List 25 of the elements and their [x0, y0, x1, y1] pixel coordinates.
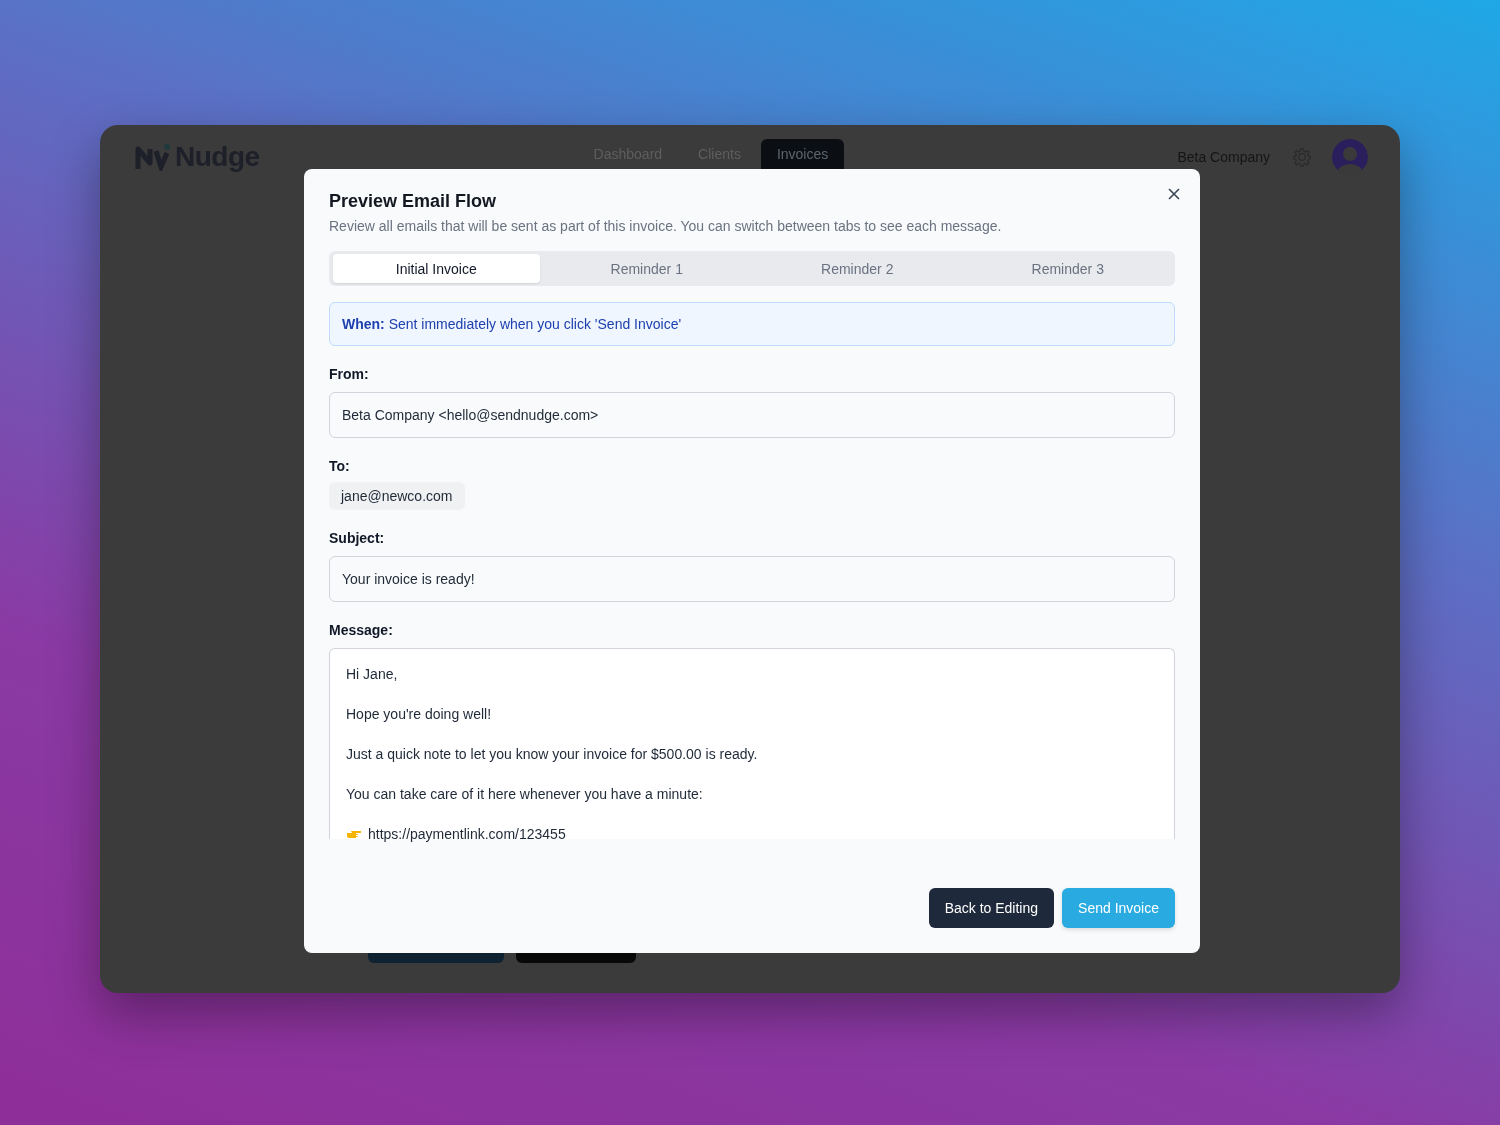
- message-line: Hope you're doing well!: [346, 705, 493, 723]
- tab[interactable]: Reminder 1: [543, 254, 750, 283]
- recipient-chip: jane@newco.com: [329, 482, 465, 510]
- message-line: You can take care of it here whenever you have a minute:: [346, 785, 704, 803]
- pointing-hand-icon: [346, 828, 362, 840]
- from-field[interactable]: Beta Company <hello@sendnudge.com>: [329, 392, 1175, 438]
- tab[interactable]: Reminder 3: [964, 254, 1171, 283]
- send-button[interactable]: Send Invoice: [1062, 888, 1175, 928]
- tab[interactable]: Initial Invoice: [333, 254, 540, 283]
- nav-tab[interactable]: Invoices: [760, 139, 845, 169]
- dialog-description: Review all emails that will be sent as part of this invoice. You can switch between tabs to see each message.: [329, 218, 1003, 234]
- logo-icon: [135, 143, 171, 171]
- message-line: Hi Jane,: [346, 665, 399, 683]
- subject-field[interactable]: Your invoice is ready!: [329, 556, 1175, 602]
- tab[interactable]: Reminder 2: [754, 254, 961, 283]
- timing-notice: When: Sent immediately when you click 'Send Invoice': [329, 302, 1175, 346]
- field-label: Subject:: [329, 530, 386, 546]
- back-button[interactable]: Back to Editing: [928, 888, 1055, 928]
- avatar-icon[interactable]: [1332, 139, 1368, 175]
- field-label: To:: [329, 458, 351, 474]
- message-line: Just a quick note to let you know your invoice for $500.00 is ready.: [346, 745, 759, 763]
- field-label: Message:: [329, 622, 394, 638]
- close-button[interactable]: [1166, 186, 1182, 202]
- dialog-title: Preview Email Flow: [329, 191, 498, 212]
- field-label: From:: [329, 366, 370, 382]
